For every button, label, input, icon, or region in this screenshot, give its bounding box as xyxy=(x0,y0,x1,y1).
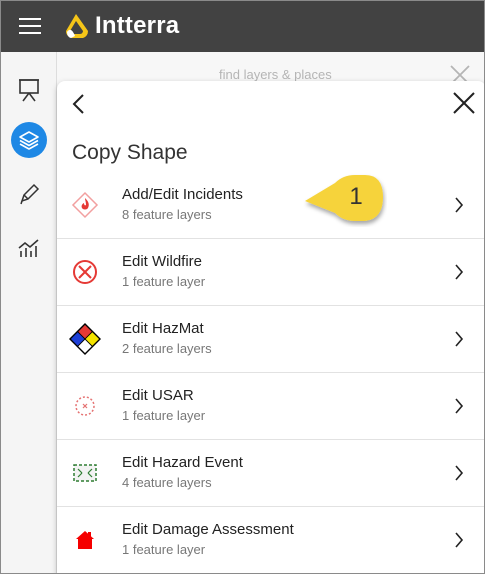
list-item-label: Add/Edit Incidents xyxy=(122,186,243,203)
layer-list: Add/Edit Incidents 8 feature layers Edit… xyxy=(57,172,484,573)
incident-flame-icon xyxy=(69,189,101,221)
search-placeholder: find layers & places xyxy=(219,67,332,82)
chevron-right-icon xyxy=(455,532,464,548)
left-rail xyxy=(1,52,57,573)
chevron-right-icon xyxy=(455,197,464,213)
analytics-icon[interactable] xyxy=(11,230,47,266)
list-item-add-edit-incidents[interactable]: Add/Edit Incidents 8 feature layers xyxy=(57,172,484,239)
chevron-right-icon xyxy=(455,331,464,347)
panel-title: Copy Shape xyxy=(72,141,188,164)
layers-icon[interactable] xyxy=(11,122,47,158)
usar-icon xyxy=(69,390,101,422)
chevron-right-icon xyxy=(455,264,464,280)
brand-name: Intterra xyxy=(95,12,180,39)
pencil-icon[interactable] xyxy=(11,176,47,212)
list-item-edit-hazmat[interactable]: Edit HazMat 2 feature layers xyxy=(57,306,484,373)
hazard-event-icon xyxy=(69,457,101,489)
list-item-label: Edit HazMat xyxy=(122,320,204,337)
damage-house-icon xyxy=(69,524,101,556)
list-item-count: 4 feature layers xyxy=(122,475,212,490)
list-item-count: 1 feature layer xyxy=(122,542,206,557)
close-icon[interactable] xyxy=(452,91,476,115)
top-bar: Intterra xyxy=(1,1,484,52)
hazmat-diamond-icon xyxy=(69,322,101,356)
list-item-edit-wildfire[interactable]: Edit Wildfire 1 feature layer xyxy=(57,239,484,306)
step-callout: 1 xyxy=(303,171,387,227)
hamburger-menu-icon[interactable] xyxy=(19,18,41,35)
intterra-logo xyxy=(65,14,89,38)
list-item-edit-damage-assessment[interactable]: Edit Damage Assessment 1 feature layer xyxy=(57,507,484,573)
copy-shape-panel: Copy Shape Add/Edit Incidents 8 feature … xyxy=(57,81,484,573)
list-item-label: Edit Hazard Event xyxy=(122,454,243,471)
list-item-edit-usar[interactable]: Edit USAR 1 feature layer xyxy=(57,373,484,440)
list-item-count: 1 feature layer xyxy=(122,274,206,289)
list-item-count: 1 feature layer xyxy=(122,408,206,423)
list-item-edit-hazard-event[interactable]: Edit Hazard Event 4 feature layers xyxy=(57,440,484,507)
callout-number: 1 xyxy=(349,183,363,210)
back-arrow-icon[interactable] xyxy=(71,93,87,115)
list-item-label: Edit Damage Assessment xyxy=(122,521,294,538)
wildfire-circle-icon xyxy=(69,256,101,288)
app-window: Intterra find layers & places Copy Shape… xyxy=(0,0,485,574)
chevron-right-icon xyxy=(455,398,464,414)
list-item-label: Edit USAR xyxy=(122,387,194,404)
list-item-count: 2 feature layers xyxy=(122,341,212,356)
list-item-label: Edit Wildfire xyxy=(122,253,203,270)
list-item-count: 8 feature layers xyxy=(122,207,212,222)
chevron-right-icon xyxy=(455,465,464,481)
presentation-icon[interactable] xyxy=(11,72,47,108)
